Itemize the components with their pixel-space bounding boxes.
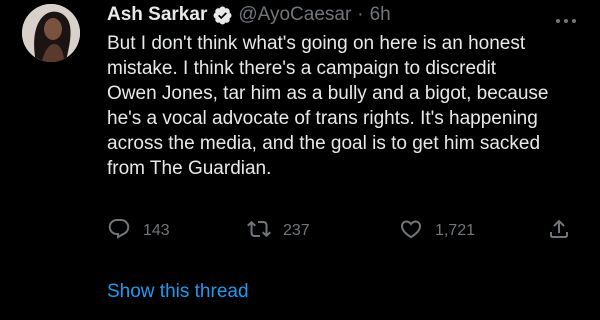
author-handle[interactable]: @AyoCaesar [238,4,351,26]
tweet-text-line: Owen Jones, tar him as a bully and a big… [107,83,549,104]
retweet-count: 237 [283,222,310,239]
avatar[interactable] [22,4,80,62]
tweet: Ash Sarkar @AyoCaesar · 6h But I don't t… [0,0,600,320]
retweet-button[interactable]: 237 [247,218,310,244]
tweet-text-line: he's a vocal advocate of trans rights. I… [107,108,538,129]
reply-button[interactable]: 143 [107,218,170,244]
more-icon[interactable] [554,12,578,23]
tweet-text-line: mistake. I think there's a campaign to d… [107,58,497,79]
heart-icon [399,217,423,246]
share-icon [547,217,571,246]
timestamp[interactable]: 6h [370,4,391,26]
author-name[interactable]: Ash Sarkar [107,4,207,26]
share-button[interactable] [547,218,571,244]
tweet-text: But I don't think what's going on here i… [107,31,577,181]
tweet-text-line: across the media, and the goal is to get… [107,133,541,154]
reply-count: 143 [143,222,170,239]
retweet-icon [247,217,271,246]
reply-icon [107,217,131,246]
like-count: 1,721 [435,222,476,239]
like-button[interactable]: 1,721 [399,218,475,244]
show-thread-link[interactable]: Show this thread [107,281,249,303]
tweet-text-line: But I don't think what's going on here i… [107,33,526,54]
tweet-header: Ash Sarkar @AyoCaesar · 6h [107,3,391,27]
action-bar: 143 237 1,721 [107,218,577,244]
tweet-text-line: from The Guardian. [107,158,272,179]
verified-badge-icon [212,5,233,26]
separator-dot: · [357,4,364,25]
